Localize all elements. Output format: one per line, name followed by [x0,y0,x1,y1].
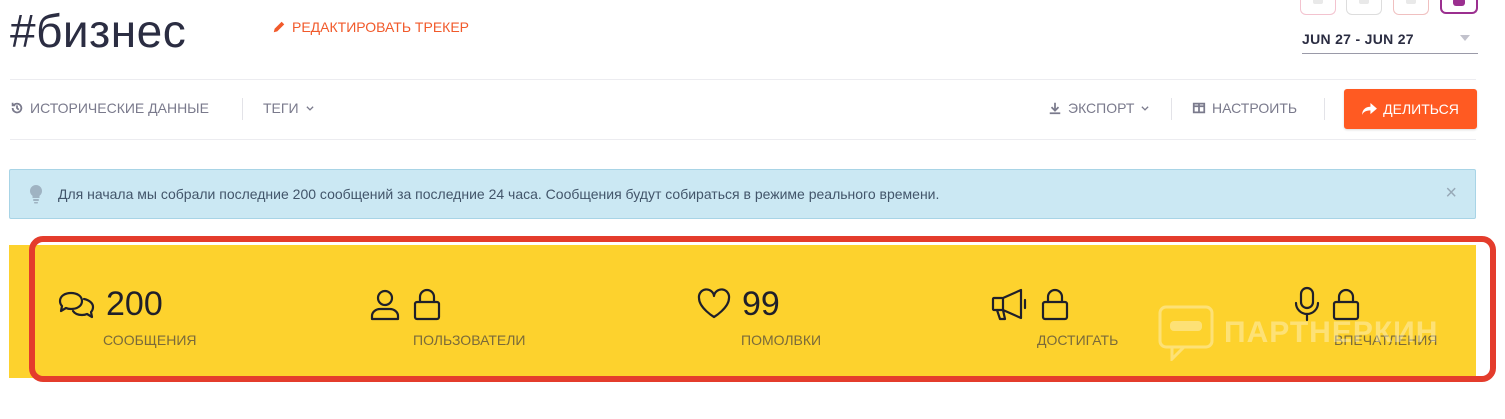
history-icon [11,102,23,114]
share-arrow-icon [1362,102,1378,115]
instagram-active-icon [1453,0,1465,6]
info-banner: Для начала мы собрали последние 200 сооб… [9,169,1476,219]
columns-icon [1192,102,1206,114]
tags-dropdown[interactable]: ТЕГИ [263,100,315,116]
historical-data-button[interactable]: ИСТОРИЧЕСКИЕ ДАННЫЕ [10,100,209,116]
toolbar-separator [242,98,243,120]
youtube-share-button[interactable] [1393,0,1429,15]
pencil-icon [273,21,285,33]
toolbar-separator [1171,98,1172,120]
instagram-icon [1313,0,1323,4]
banner-message: Для начала мы собрали последние 200 сооб… [58,186,940,202]
page-title: #бизнес [10,5,187,57]
chevron-down-icon [1141,106,1149,111]
chevron-down-icon [305,106,314,111]
edit-tracker-link[interactable]: РЕДАКТИРОВАТЬ ТРЕКЕР [272,19,469,35]
share-button[interactable]: ДЕЛИТЬСЯ [1344,89,1477,129]
date-range-select[interactable]: JUN 27 - JUN 27 [1302,31,1478,54]
export-dropdown[interactable]: ЭКСПОРТ [1048,100,1150,116]
youtube-icon [1406,0,1416,4]
share-label: ДЕЛИТЬСЯ [1383,101,1459,117]
facebook-share-button[interactable] [1346,0,1382,15]
divider [10,79,1476,80]
caret-down-icon [1460,35,1470,41]
divider [10,139,1476,140]
tags-label: ТЕГИ [263,100,299,116]
lightbulb-icon [29,184,43,204]
highlight-frame [29,236,1496,382]
toolbar-separator [1324,98,1325,120]
download-icon [1049,102,1061,115]
instagram-share-button[interactable] [1300,0,1336,15]
historical-data-label: ИСТОРИЧЕСКИЕ ДАННЫЕ [30,100,209,116]
configure-label: НАСТРОИТЬ [1212,100,1298,116]
edit-tracker-label: РЕДАКТИРОВАТЬ ТРЕКЕР [292,19,469,35]
export-label: ЭКСПОРТ [1068,100,1135,116]
close-icon[interactable]: × [1445,183,1457,203]
facebook-icon [1359,0,1369,4]
instagram-active-button[interactable] [1440,0,1478,14]
date-range-value: JUN 27 - JUN 27 [1302,31,1414,47]
configure-button[interactable]: НАСТРОИТЬ [1192,100,1297,116]
